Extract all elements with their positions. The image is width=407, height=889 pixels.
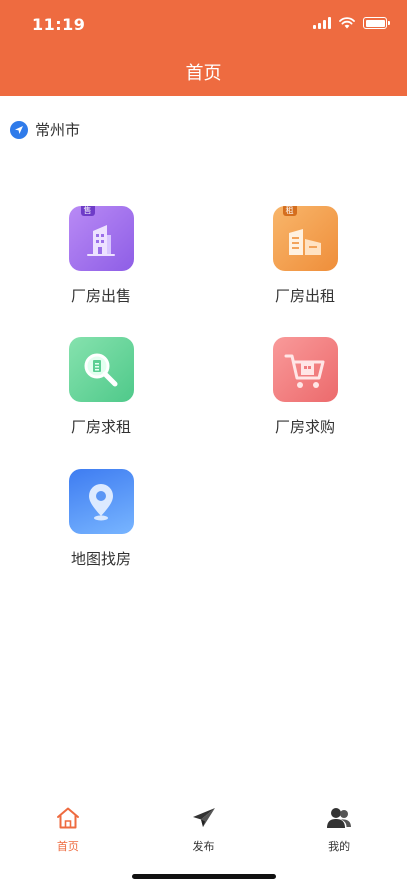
tab-profile[interactable]: 我的 xyxy=(271,800,407,860)
building-rent-icon: 租 xyxy=(272,206,338,271)
menu-label: 厂房求购 xyxy=(274,418,335,436)
wifi-icon xyxy=(339,17,355,29)
battery-icon xyxy=(363,17,390,29)
location-selector[interactable]: 常州市 xyxy=(10,119,80,140)
status-time: 11:19 xyxy=(32,15,86,34)
header-bar: 11:19 首页 xyxy=(0,0,407,96)
tab-publish[interactable]: 发布 xyxy=(136,800,272,860)
menu-label: 地图找房 xyxy=(70,550,131,568)
page-title: 首页 xyxy=(185,63,222,84)
menu-label: 厂房求租 xyxy=(70,418,131,436)
location-arrow-icon xyxy=(10,120,28,139)
signal-icon xyxy=(313,17,331,29)
menu-factory-sale[interactable]: 售 厂房出售 xyxy=(41,206,161,306)
menu-label: 厂房出售 xyxy=(70,287,131,305)
menu-factory-want-rent[interactable]: 厂房求租 xyxy=(41,337,161,437)
menu-factory-rent[interactable]: 租 厂房出租 xyxy=(245,206,365,306)
tab-label: 首页 xyxy=(56,840,79,853)
sale-badge: 售 xyxy=(80,206,95,216)
shopping-cart-icon xyxy=(272,337,338,402)
menu-label: 厂房出租 xyxy=(274,287,335,305)
status-icons xyxy=(313,17,390,29)
magnifier-search-icon xyxy=(68,337,134,402)
building-sale-icon: 售 xyxy=(68,206,134,271)
app-screen: 11:19 首页 常州市 售 厂房出售 租 厂房出租 厂房求租 厂房求购 地图找… xyxy=(0,0,407,889)
home-indicator xyxy=(132,874,276,879)
menu-factory-want-buy[interactable]: 厂房求购 xyxy=(245,337,365,437)
tab-label: 发布 xyxy=(192,840,215,853)
paper-plane-icon xyxy=(191,806,217,834)
map-pin-icon xyxy=(68,469,134,534)
rent-badge: 租 xyxy=(282,206,297,216)
user-icon xyxy=(326,806,352,834)
bottom-tab-bar: 首页 发布 我的 xyxy=(0,800,407,860)
tab-home[interactable]: 首页 xyxy=(0,800,136,860)
tab-label: 我的 xyxy=(328,840,351,853)
home-icon xyxy=(55,806,81,834)
menu-map-search[interactable]: 地图找房 xyxy=(41,469,161,569)
location-city: 常州市 xyxy=(35,121,81,139)
